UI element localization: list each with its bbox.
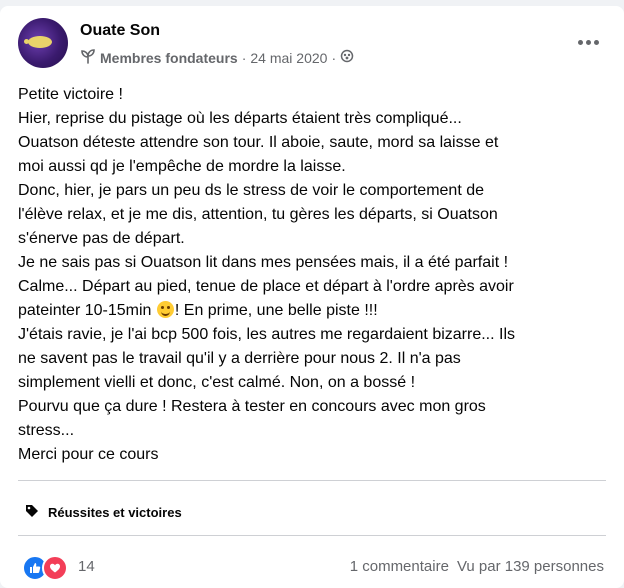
meta-separator-2: · bbox=[331, 49, 337, 66]
post-date[interactable]: 24 mai 2020 bbox=[250, 50, 327, 66]
post-line: stress... bbox=[18, 422, 75, 439]
post-line: J'étais ravie, je l'ai bcp 500 fois, les… bbox=[18, 326, 516, 343]
topic-tag[interactable]: Réussites et victoires bbox=[24, 503, 182, 522]
post-header: Ouate Son Membres fondateurs · 24 mai 20… bbox=[18, 18, 606, 70]
comment-count[interactable]: 1 commentaire bbox=[350, 558, 449, 575]
avatar-dot bbox=[24, 39, 29, 44]
avatar[interactable] bbox=[18, 18, 68, 68]
post-meta: Membres fondateurs · 24 mai 2020 · bbox=[80, 48, 354, 67]
sprout-icon bbox=[80, 48, 96, 67]
more-options-icon[interactable] bbox=[570, 30, 606, 54]
post-line: Ouatson déteste attendre son tour. Il ab… bbox=[18, 134, 499, 151]
post-card: Ouate Son Membres fondateurs · 24 mai 20… bbox=[0, 6, 624, 588]
reaction-count[interactable]: 14 bbox=[78, 558, 95, 575]
view-count[interactable]: Vu par 139 personnes bbox=[457, 558, 604, 575]
post-line: Calme... Départ au pied, tenue de place … bbox=[18, 278, 514, 295]
author-name[interactable]: Ouate Son bbox=[80, 22, 160, 40]
reaction-bar: 14 1 commentaire Vu par 139 personnes bbox=[22, 555, 604, 581]
post-line: Hier, reprise du pistage où les départs … bbox=[18, 110, 462, 127]
post-line: Je ne sais pas si Ouatson lit dans mes p… bbox=[18, 254, 509, 271]
tag-icon bbox=[24, 503, 40, 522]
post-line: moi aussi qd je l'empêche de mordre la l… bbox=[18, 158, 346, 175]
group-badge[interactable]: Membres fondateurs bbox=[100, 50, 238, 66]
post-line: Petite victoire ! bbox=[18, 86, 123, 103]
post-line: Merci pour ce cours bbox=[18, 446, 159, 463]
audience-icon[interactable] bbox=[340, 49, 354, 66]
love-icon bbox=[42, 555, 68, 581]
post-line: Pourvu que ça dure ! Restera à tester en… bbox=[18, 398, 486, 415]
divider bbox=[18, 480, 606, 481]
post-line: ne savent pas le travail qu'il y a derri… bbox=[18, 350, 461, 367]
avatar-blob bbox=[28, 36, 52, 48]
post-line-part: pateinter 10-15min bbox=[18, 302, 152, 319]
topic-label: Réussites et victoires bbox=[48, 505, 182, 520]
reaction-icons[interactable] bbox=[22, 555, 68, 581]
post-line-part: ! En prime, une belle piste !!! bbox=[174, 302, 378, 319]
post-line: l'élève relax, et je me dis, attention, … bbox=[18, 206, 498, 223]
post-line: s'énerve pas de départ. bbox=[18, 230, 185, 247]
smile-emoji-icon bbox=[156, 301, 174, 318]
post-line: simplement vielli et donc, c'est calmé. … bbox=[18, 374, 416, 391]
post-body: Petite victoire ! Hier, reprise du pista… bbox=[18, 83, 610, 467]
post-stats: 1 commentaire Vu par 139 personnes bbox=[350, 558, 604, 575]
post-line: Donc, hier, je pars un peu ds le stress … bbox=[18, 182, 485, 199]
meta-separator: · bbox=[241, 49, 247, 66]
divider bbox=[18, 535, 606, 536]
post-line-with-emoji: pateinter 10-15min ! En prime, une belle… bbox=[18, 299, 610, 323]
